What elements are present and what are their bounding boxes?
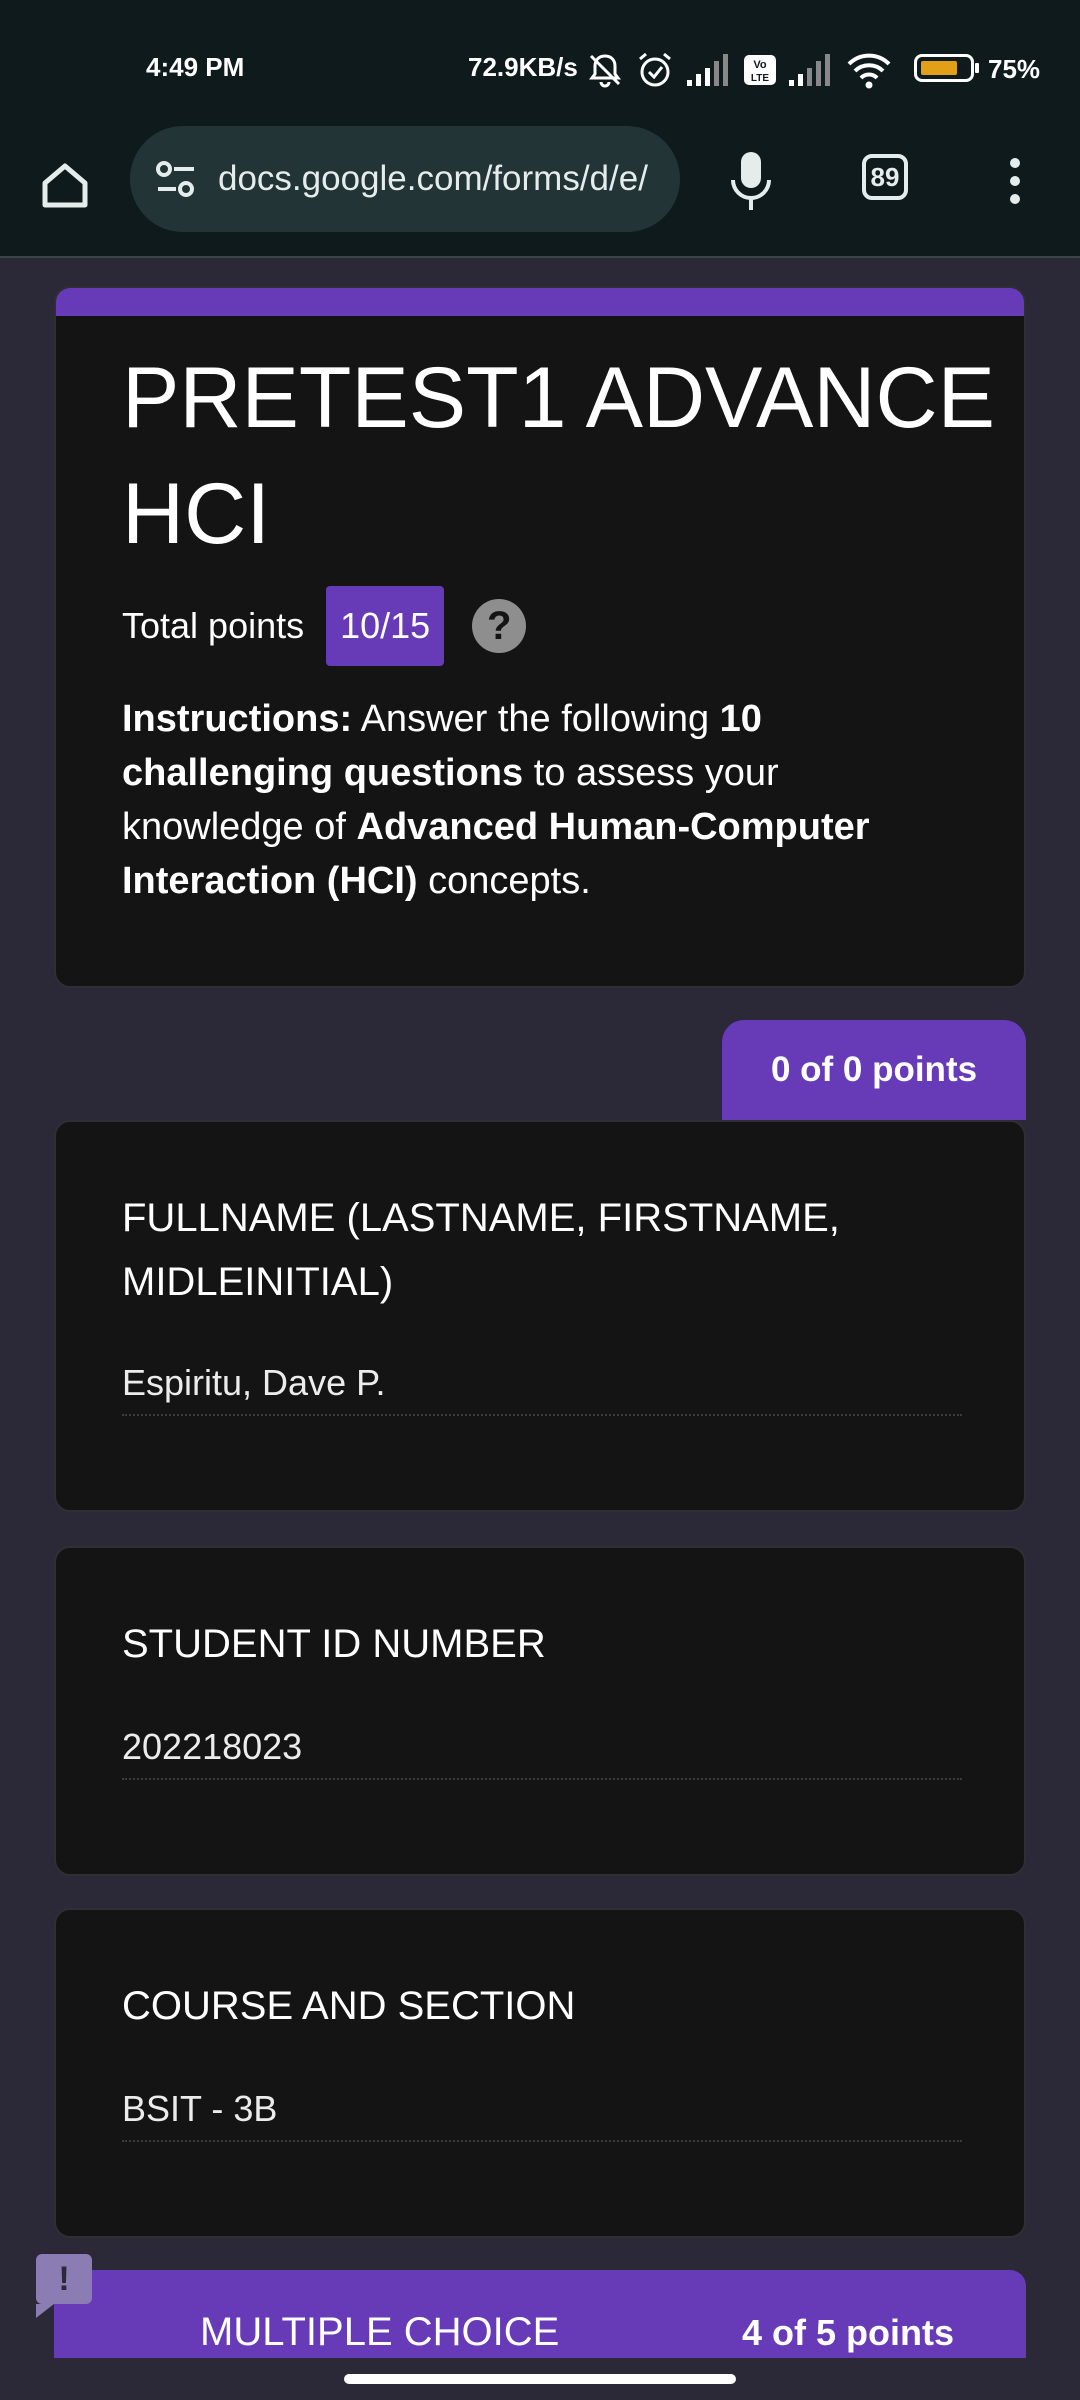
help-icon[interactable]: ? bbox=[472, 599, 527, 653]
battery-percent: 75% bbox=[988, 54, 1041, 84]
header-accent bbox=[56, 288, 1024, 316]
form-instructions: Instructions: Answer the following 10 ch… bbox=[122, 692, 942, 908]
gesture-home-indicator[interactable] bbox=[344, 2374, 736, 2384]
network-speed: 72.9KB/s bbox=[468, 52, 578, 82]
svg-text:Vo: Vo bbox=[753, 59, 767, 71]
url-text[interactable]: docs.google.com/forms/d/e/ bbox=[218, 159, 658, 199]
instructions-label: Instructions: bbox=[122, 698, 353, 740]
voice-search-button[interactable] bbox=[720, 146, 782, 216]
status-time: 4:49 PM bbox=[146, 52, 245, 82]
answer-value: Espiritu, Dave P. bbox=[122, 1362, 962, 1416]
instructions-text: concepts. bbox=[417, 860, 591, 902]
volte-icon: Vo LTE bbox=[744, 55, 776, 85]
home-icon bbox=[42, 163, 88, 208]
signal-icon bbox=[789, 54, 830, 86]
mic-icon bbox=[731, 152, 771, 210]
question-card-fullname: FULLNAME (LASTNAME, FIRSTNAME, MIDLEINIT… bbox=[54, 1120, 1026, 1512]
wifi-icon bbox=[847, 53, 891, 89]
answer-value: BSIT - 3B bbox=[122, 2088, 962, 2142]
status-bar: 4:49 PM 72.9KB/s Vo LTE 75% bbox=[0, 0, 1080, 120]
home-button[interactable] bbox=[30, 150, 100, 220]
multiple-choice-section-header: MULTIPLE CHOICE 4 of 5 points bbox=[54, 2270, 1026, 2358]
total-points-label: Total points bbox=[122, 605, 305, 646]
section-title: MULTIPLE CHOICE bbox=[200, 2310, 560, 2354]
question-card-student-id: STUDENT ID NUMBER 202218023 bbox=[54, 1546, 1026, 1876]
question-card-course: COURSE AND SECTION BSIT - 3B bbox=[54, 1908, 1026, 2238]
site-settings-button[interactable] bbox=[154, 157, 198, 201]
browser-toolbar: docs.google.com/forms/d/e/ 89 bbox=[0, 120, 1080, 258]
tabs-icon[interactable]: 89 bbox=[862, 154, 908, 200]
status-icons: Vo LTE bbox=[585, 50, 893, 90]
form-title: PRETEST1 ADVANCE HCI bbox=[122, 350, 995, 562]
question-label: COURSE AND SECTION bbox=[122, 1984, 576, 2028]
instructions-text: Answer the following bbox=[352, 698, 720, 740]
signal-icon bbox=[687, 54, 728, 86]
answer-value: 202218023 bbox=[122, 1726, 962, 1780]
site-settings-icon bbox=[156, 161, 194, 197]
address-bar[interactable]: docs.google.com/forms/d/e/ bbox=[130, 126, 680, 232]
total-points-badge: 10/15 bbox=[326, 586, 445, 666]
alarm-icon bbox=[639, 52, 671, 87]
section-points-badge: 0 of 0 points bbox=[722, 1020, 1026, 1120]
more-vert-icon[interactable] bbox=[1000, 146, 1030, 216]
question-label: STUDENT ID NUMBER bbox=[122, 1622, 546, 1666]
form-header-card: PRETEST1 ADVANCE HCI Total points 10/15 … bbox=[54, 286, 1026, 988]
feedback-icon[interactable]: ! bbox=[36, 2254, 92, 2318]
battery-icon bbox=[914, 54, 979, 82]
total-points: Total points 10/15 ? bbox=[122, 586, 527, 666]
mute-icon bbox=[589, 54, 621, 88]
section-points: 4 of 5 points bbox=[742, 2312, 955, 2353]
question-label: FULLNAME (LASTNAME, FIRSTNAME, MIDLEINIT… bbox=[122, 1196, 840, 1304]
svg-text:LTE: LTE bbox=[751, 73, 769, 84]
